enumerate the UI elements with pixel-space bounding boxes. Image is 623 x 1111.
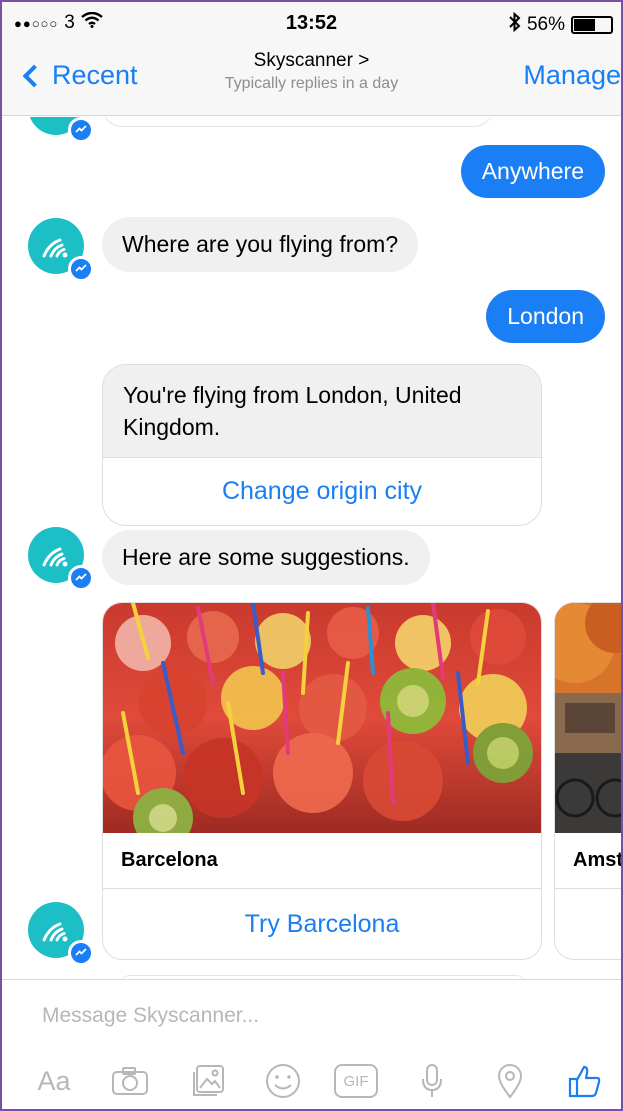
- try-destination-button[interactable]: [555, 889, 621, 959]
- origin-confirmation-text: You're flying from London, United Kingdo…: [103, 365, 541, 457]
- message-list[interactable]: Anywhere Where are you flying from? Lond…: [2, 117, 621, 979]
- bot-message-where-from: Where are you flying from?: [102, 217, 419, 272]
- gif-button[interactable]: GIF: [332, 1058, 380, 1104]
- bot-avatar: [28, 527, 94, 591]
- user-message-anywhere: Anywhere: [460, 145, 605, 198]
- camera-icon[interactable]: [107, 1058, 153, 1104]
- bot-message-suggestions: Here are some suggestions.: [102, 530, 430, 585]
- message-composer: Message Skyscanner... Aa GIF: [2, 979, 621, 1109]
- gif-label: GIF: [334, 1064, 378, 1098]
- barcelona-fruit-photo: [103, 603, 541, 833]
- change-origin-city-button[interactable]: Change origin city: [103, 457, 541, 525]
- bot-avatar: [28, 902, 94, 966]
- messenger-badge-icon: [68, 565, 94, 591]
- microphone-icon[interactable]: [412, 1058, 452, 1104]
- destination-name: Amst: [555, 833, 621, 889]
- battery-icon: [571, 16, 613, 34]
- amsterdam-canal-photo: [555, 603, 621, 833]
- try-barcelona-button[interactable]: Try Barcelona: [103, 889, 541, 959]
- skyscanner-logo-icon: [42, 547, 68, 567]
- messenger-badge-icon: [68, 117, 94, 143]
- user-message-london: London: [486, 290, 605, 343]
- bluetooth-icon: [509, 11, 521, 38]
- text-format-button[interactable]: Aa: [32, 1058, 76, 1104]
- skyscanner-logo-icon: [42, 238, 68, 258]
- destination-card-barcelona[interactable]: Barcelona Try Barcelona: [102, 602, 542, 960]
- messenger-badge-icon: [68, 256, 94, 282]
- destination-card-amsterdam[interactable]: Amst: [554, 602, 621, 960]
- bot-avatar: [28, 117, 94, 143]
- messenger-badge-icon: [68, 940, 94, 966]
- status-right: 56%: [509, 11, 613, 38]
- message-input[interactable]: Message Skyscanner...: [42, 1004, 259, 1028]
- battery-percent: 56%: [526, 14, 565, 35]
- origin-confirmation-card: You're flying from London, United Kingdo…: [102, 364, 542, 526]
- previous-message-bubble: [102, 117, 494, 127]
- emoji-icon[interactable]: [260, 1058, 306, 1104]
- destination-name: Barcelona: [103, 833, 541, 889]
- status-bar: ●●○○○ 3 13:52 56%: [2, 2, 621, 44]
- manage-button[interactable]: Manage: [523, 60, 621, 91]
- composer-toolbar: Aa GIF: [2, 1058, 621, 1104]
- location-pin-icon[interactable]: [490, 1058, 530, 1104]
- battery-level-fill: [574, 19, 596, 31]
- photo-gallery-icon[interactable]: [185, 1058, 231, 1104]
- skyscanner-logo-icon: [42, 922, 68, 942]
- like-thumbs-up-icon[interactable]: [562, 1058, 608, 1104]
- bot-avatar: [28, 218, 94, 282]
- conversation-header: Recent Skyscanner > Typically replies in…: [2, 44, 621, 116]
- messenger-screen: ●●○○○ 3 13:52 56% Recent Skyscanner > Ty…: [0, 0, 623, 1111]
